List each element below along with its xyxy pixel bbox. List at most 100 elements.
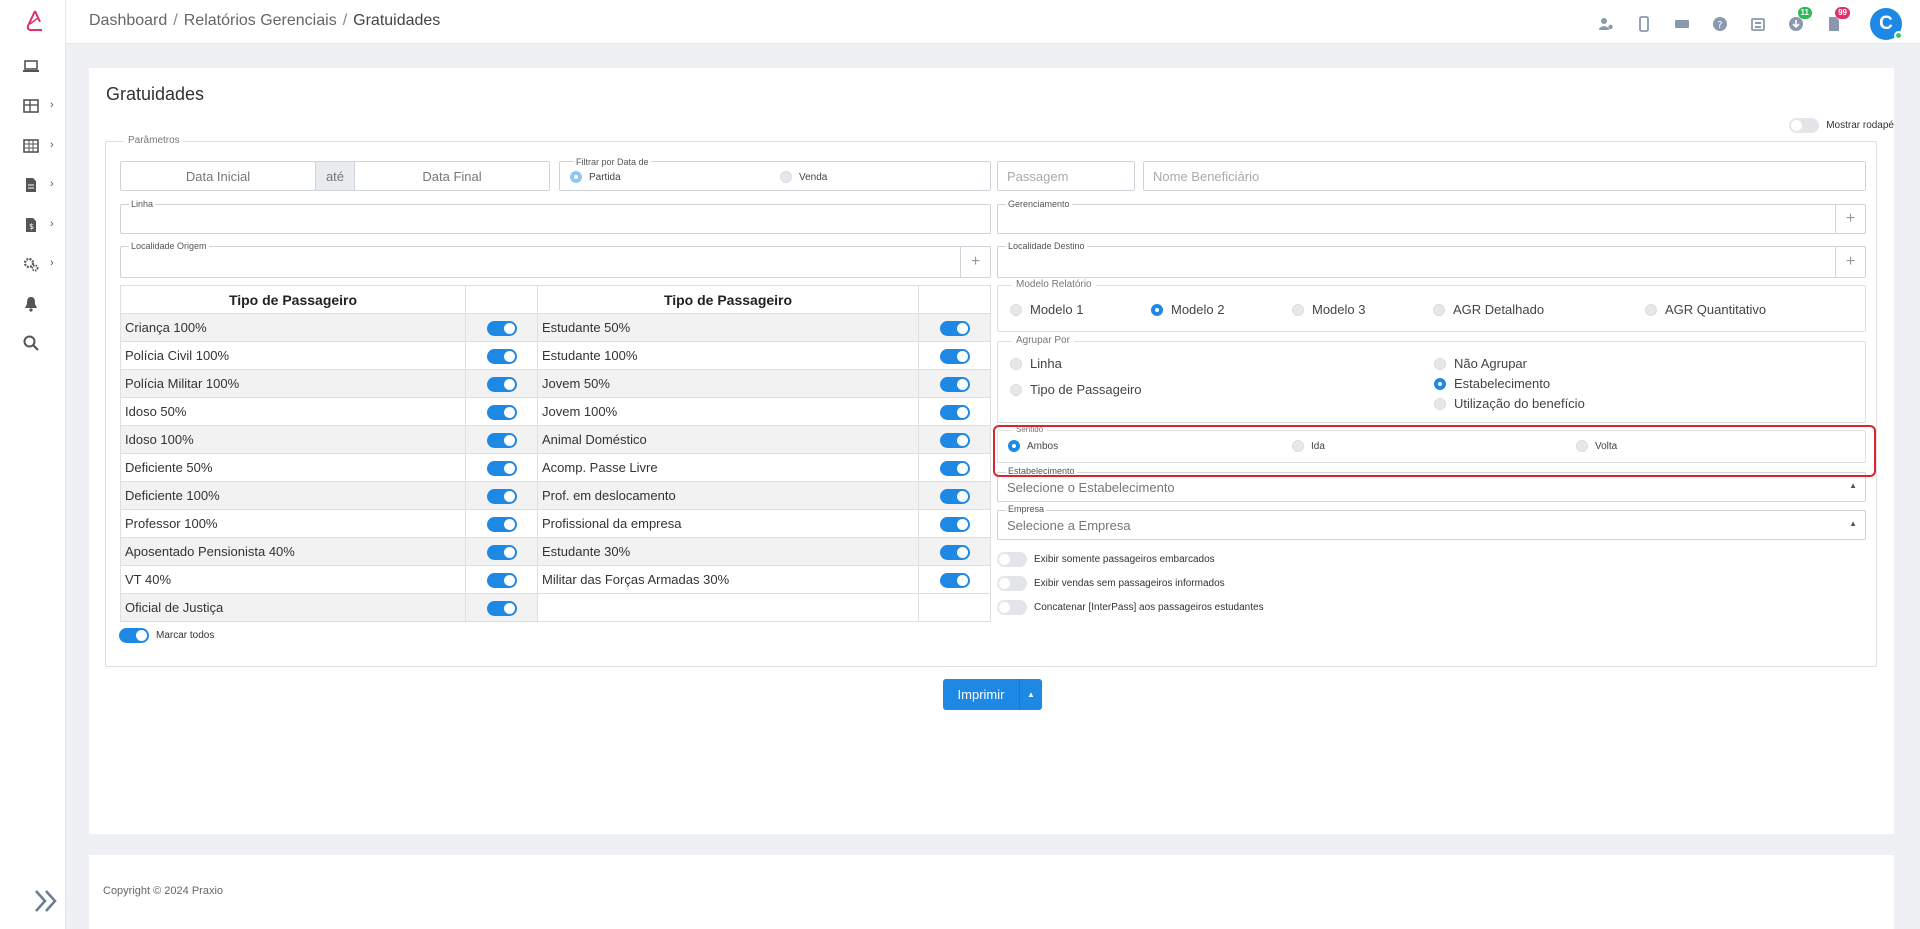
radio-modelo-2[interactable]: Modelo 2 <box>1151 302 1224 317</box>
radio-agrupar-linha[interactable]: Linha <box>1010 356 1062 371</box>
nome-beneficiario-input[interactable]: Nome Beneficiário <box>1143 161 1866 191</box>
passenger-type-switch[interactable] <box>486 404 517 420</box>
expand-sidebar-icon[interactable] <box>32 887 60 915</box>
radio-partida[interactable]: Partida <box>570 171 621 183</box>
add-origem-button[interactable]: + <box>960 247 990 277</box>
radio-agr-quantitativo[interactable]: AGR Quantitativo <box>1645 302 1766 317</box>
avatar[interactable]: C <box>1870 8 1903 40</box>
switch-embarcados[interactable]: Exibir somente passageiros embarcados <box>997 552 1215 567</box>
switch-vendas-label: Exibir vendas sem passageiros informados <box>1034 578 1225 589</box>
localidade-destino-input[interactable]: Localidade Destino + <box>997 241 1866 278</box>
switch-vendas-sem-passageiros[interactable]: Exibir vendas sem passageiros informados <box>997 576 1225 591</box>
passenger-type-switch[interactable] <box>486 376 517 392</box>
marcar-todos-label: Marcar todos <box>156 630 215 641</box>
passenger-type-label: Oficial de Justiça <box>120 593 466 622</box>
passenger-type-label: Idoso 50% <box>120 397 466 426</box>
table-row: Militar das Forças Armadas 30% <box>537 565 991 594</box>
passenger-type-switch[interactable] <box>939 460 970 476</box>
sidebar-item-reports[interactable]: › <box>22 174 56 196</box>
help-icon[interactable]: ? <box>1706 10 1734 38</box>
passenger-type-switch[interactable] <box>486 432 517 448</box>
sidebar-item-tables[interactable]: › <box>22 95 56 117</box>
fax-icon[interactable] <box>1744 10 1772 38</box>
radio-nao-agrupar[interactable]: Não Agrupar <box>1434 356 1527 371</box>
passenger-type-label: Polícia Militar 100% <box>120 369 466 398</box>
ticket-icon[interactable] <box>1668 10 1696 38</box>
table-row: Jovem 100% <box>537 397 991 426</box>
passenger-type-label: VT 40% <box>120 565 466 594</box>
passenger-type-switch[interactable] <box>939 572 970 588</box>
caret-up-icon[interactable]: ▲ <box>1019 679 1042 710</box>
passenger-type-switch[interactable] <box>939 432 970 448</box>
sidebar-item-notifications[interactable] <box>22 293 56 315</box>
passenger-type-switch[interactable] <box>486 320 517 336</box>
marcar-todos-toggle[interactable]: Marcar todos <box>119 628 214 643</box>
table-row: Estudante 100% <box>537 341 991 370</box>
breadcrumb-relatorios[interactable]: Relatórios Gerenciais <box>184 12 337 30</box>
sidebar-item-dashboard[interactable] <box>22 56 56 78</box>
caret-up-icon: ▲ <box>1849 481 1857 490</box>
gerenciamento-input[interactable]: Gerenciamento + <box>997 199 1866 234</box>
passenger-type-switch[interactable] <box>939 516 970 532</box>
passenger-type-switch[interactable] <box>486 516 517 532</box>
passenger-type-switch[interactable] <box>486 600 517 616</box>
documents-icon[interactable]: 99 <box>1820 7 1850 38</box>
radio-agr-detalhado[interactable]: AGR Detalhado <box>1433 302 1544 317</box>
localidade-origem-input[interactable]: Localidade Origem + <box>120 241 991 278</box>
switch-interpass[interactable]: Concatenar [InterPass] aos passageiros e… <box>997 600 1264 615</box>
data-final-input[interactable]: Data Final <box>354 161 550 191</box>
table-row: Criança 100% <box>120 313 538 342</box>
sidebar-item-grid[interactable]: › <box>22 135 56 157</box>
passenger-type-switch[interactable] <box>939 544 970 560</box>
passenger-type-switch[interactable] <box>939 348 970 364</box>
filtrar-legend: Filtrar por Data de <box>574 157 651 167</box>
radio-utilizacao-beneficio[interactable]: Utilização do benefício <box>1434 396 1585 411</box>
passenger-type-toggle-cell <box>465 397 538 426</box>
linha-input[interactable]: Linha <box>120 199 991 234</box>
empresa-select[interactable]: Empresa Selecione a Empresa ▲ <box>997 504 1866 540</box>
table-row: Animal Doméstico <box>537 425 991 454</box>
sidebar-item-settings[interactable]: › <box>22 253 56 275</box>
mostrar-rodape-switch[interactable] <box>1789 118 1820 133</box>
passenger-type-switch[interactable] <box>486 460 517 476</box>
mostrar-rodape-toggle[interactable]: Mostrar rodapé <box>1789 118 1894 133</box>
parametros-legend: Parâmetros <box>124 135 184 146</box>
passagem-input[interactable]: Passagem <box>997 161 1135 191</box>
passenger-type-label: Prof. em deslocamento <box>537 481 919 510</box>
passenger-type-switch[interactable] <box>939 488 970 504</box>
add-destino-button[interactable]: + <box>1835 247 1865 277</box>
radio-agrupar-estabelecimento[interactable]: Estabelecimento <box>1434 376 1550 391</box>
download-icon[interactable]: 11 <box>1782 7 1812 38</box>
passenger-type-switch[interactable] <box>939 320 970 336</box>
sidebar-item-search[interactable] <box>22 332 56 354</box>
breadcrumb-dashboard[interactable]: Dashboard <box>89 12 167 30</box>
switch-vendas-toggle[interactable] <box>997 576 1027 591</box>
passenger-type-switch[interactable] <box>486 544 517 560</box>
passenger-type-switch[interactable] <box>486 488 517 504</box>
data-inicial-input[interactable]: Data Inicial <box>120 161 316 191</box>
page-title: Gratuidades <box>106 84 205 104</box>
radio-venda[interactable]: Venda <box>780 171 827 183</box>
switch-interpass-toggle[interactable] <box>997 600 1027 615</box>
switch-embarcados-toggle[interactable] <box>997 552 1027 567</box>
passenger-type-switch[interactable] <box>939 376 970 392</box>
imprimir-button[interactable]: Imprimir ▲ <box>943 679 1042 710</box>
radio-agrupar-tipo[interactable]: Tipo de Passageiro <box>1010 382 1142 397</box>
praxio-logo-icon[interactable] <box>24 10 46 34</box>
sidebar-item-finance[interactable]: $ › <box>22 214 56 236</box>
radio-modelo-3[interactable]: Modelo 3 <box>1292 302 1365 317</box>
marcar-todos-switch[interactable] <box>119 628 149 643</box>
add-gerenciamento-button[interactable]: + <box>1835 205 1865 233</box>
passenger-type-switch[interactable] <box>486 572 517 588</box>
agrupar-legend: Agrupar Por <box>1012 335 1074 346</box>
modelo-legend: Modelo Relatório <box>1012 279 1096 290</box>
documents-badge: 99 <box>1835 7 1850 19</box>
passenger-type-switch[interactable] <box>939 404 970 420</box>
radio-modelo-1[interactable]: Modelo 1 <box>1010 302 1083 317</box>
footer: Copyright © 2024 Praxio <box>89 855 1894 929</box>
user-settings-icon[interactable] <box>1592 10 1620 38</box>
modelo-relatorio-group: Modelo Relatório Modelo 1 Modelo 2 Model… <box>997 279 1866 332</box>
search-icon <box>23 335 39 351</box>
passenger-type-switch[interactable] <box>486 348 517 364</box>
mobile-icon[interactable] <box>1630 10 1658 38</box>
